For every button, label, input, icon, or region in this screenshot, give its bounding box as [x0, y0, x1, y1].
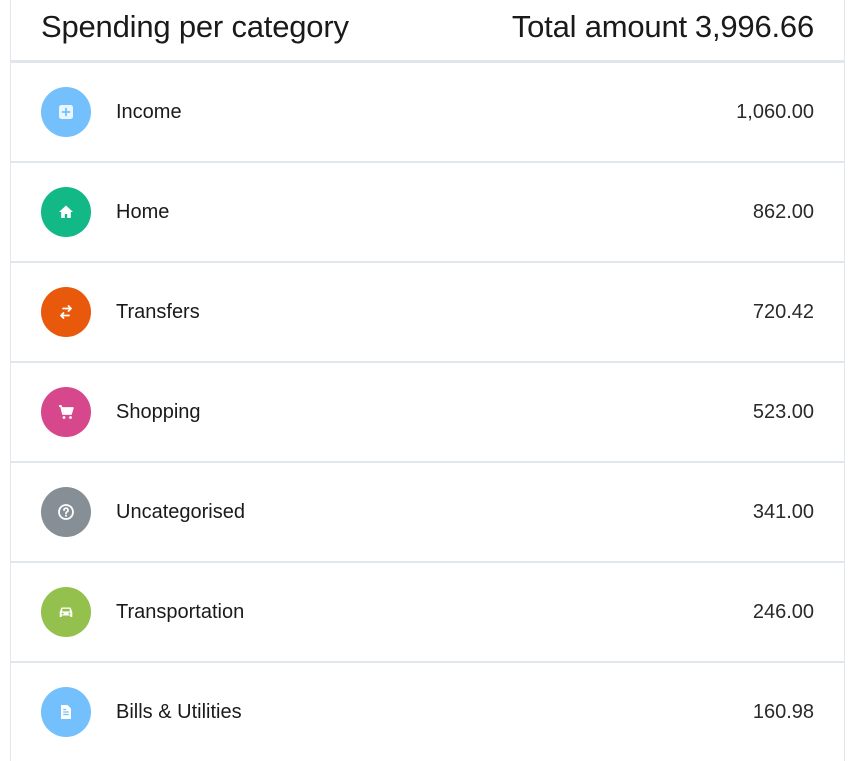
category-label: Transportation [116, 601, 245, 623]
category-label: Shopping [116, 401, 201, 423]
category-amount: 523.00 [752, 401, 814, 423]
category-amount: 341.00 [752, 501, 814, 523]
swap-arrows-icon [41, 287, 91, 337]
category-label: Bills & Utilities [116, 701, 242, 723]
category-label: Uncategorised [116, 501, 245, 523]
category-row-home[interactable]: Home 862.00 [11, 163, 844, 263]
category-row-shopping[interactable]: Shopping 523.00 [11, 363, 844, 463]
category-amount: 720.42 [752, 301, 814, 323]
category-label: Home [116, 201, 170, 223]
category-row-bills-utilities[interactable]: Bills & Utilities 160.98 [11, 663, 844, 761]
category-label: Income [116, 101, 182, 123]
category-amount: 1,060.00 [736, 101, 814, 123]
spending-panel: Spending per category Total amount 3,996.… [10, 0, 845, 761]
car-icon [41, 587, 91, 637]
category-label: Transfers [116, 301, 200, 323]
panel-header: Spending per category Total amount 3,996.… [11, 0, 844, 63]
total-amount: Total amount 3,996.66 [512, 9, 814, 45]
total-label: Total amount [511, 9, 687, 44]
category-row-uncategorised[interactable]: Uncategorised 341.00 [11, 463, 844, 563]
category-amount: 246.00 [752, 601, 814, 623]
category-row-transportation[interactable]: Transportation 246.00 [11, 563, 844, 663]
plus-square-icon [41, 87, 91, 137]
category-amount: 862.00 [752, 201, 814, 223]
question-circle-icon [41, 487, 91, 537]
category-row-income[interactable]: Income 1,060.00 [11, 63, 844, 163]
category-amount: 160.98 [752, 701, 814, 723]
page-title: Spending per category [41, 9, 349, 44]
total-value: 3,996.66 [694, 9, 814, 44]
category-row-transfers[interactable]: Transfers 720.42 [11, 263, 844, 363]
shopping-cart-icon [41, 387, 91, 437]
document-icon [41, 687, 91, 737]
home-icon [41, 187, 91, 237]
